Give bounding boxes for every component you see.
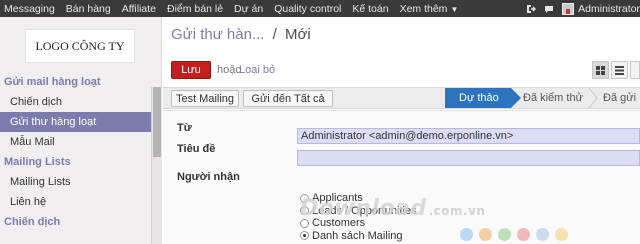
radio-label: Danh sách Mailing xyxy=(312,229,403,242)
statusbar: Test Mailing Gửi đến Tất cả Dự thảo Đã k… xyxy=(163,87,640,109)
watermark-dot xyxy=(536,228,549,241)
send-to-all-button[interactable]: Gửi đến Tất cả xyxy=(243,90,333,107)
sidebar-item-mailing-lists[interactable]: Mailing Lists xyxy=(0,172,151,192)
watermark-dot xyxy=(555,228,568,241)
list-view-icon[interactable] xyxy=(611,61,628,79)
menu-sales[interactable]: Bán hàng xyxy=(66,3,111,15)
chat-icon[interactable] xyxy=(544,4,554,14)
menu-pos[interactable]: Điểm bán lẻ xyxy=(167,3,223,15)
avatar[interactable] xyxy=(562,2,575,15)
company-logo[interactable]: LOGO CÔNG TY xyxy=(25,29,135,63)
or-label: hoặc xyxy=(217,64,241,76)
save-button[interactable]: Lưu xyxy=(171,61,211,79)
breadcrumb: Gửi thư hàn... / Mới xyxy=(171,26,311,43)
stage-sent[interactable]: Đã gửi xyxy=(603,88,636,108)
watermark-dot xyxy=(498,228,511,241)
subject-label: Tiêu đề xyxy=(177,143,216,155)
menu-affiliate[interactable]: Affiliate xyxy=(122,3,156,15)
menu-messaging[interactable]: Messaging xyxy=(4,3,55,15)
menu-more[interactable]: Xem thêm ▼ xyxy=(400,3,459,15)
watermark-suffix: .com.vn xyxy=(428,204,486,218)
stage-arrow-icon xyxy=(588,88,598,108)
logo-text: LOGO CÔNG TY xyxy=(35,38,125,53)
top-navbar: Messaging Bán hàng Affiliate Điểm bán lẻ… xyxy=(0,0,640,17)
from-label: Từ xyxy=(177,122,192,134)
watermark-dot xyxy=(517,228,530,241)
breadcrumb-separator: / xyxy=(272,26,277,43)
view-switcher xyxy=(590,61,640,79)
sidebar-menu: Gửi mail hàng loạt Chiến dịch Gửi thư hà… xyxy=(0,72,151,232)
menu-accounting[interactable]: Kế toán xyxy=(352,3,388,15)
from-field[interactable]: Administrator <admin@demo.erponline.vn> xyxy=(297,128,640,144)
discard-link[interactable]: Loại bỏ xyxy=(239,64,275,76)
sidebar-scrollbar[interactable] xyxy=(151,87,162,244)
sidebar-item-mail-templates[interactable]: Mẫu Mail xyxy=(0,132,151,152)
scrollbar-thumb[interactable] xyxy=(153,87,161,157)
stage-draft[interactable]: Dự thảo xyxy=(445,88,521,108)
radio-button-selected[interactable] xyxy=(300,231,309,241)
sidebar-item-campaigns[interactable]: Chiến dịch xyxy=(0,92,151,112)
sidebar-section-mailing-lists: Mailing Lists xyxy=(4,156,71,168)
user-name[interactable]: Administrator xyxy=(578,3,640,15)
caret-down-icon: ▼ xyxy=(450,4,459,14)
subject-field[interactable] xyxy=(297,150,640,166)
menu-projects[interactable]: Dự án xyxy=(234,3,263,15)
watermark-dots xyxy=(460,228,574,241)
download-watermark: Download .com.vn xyxy=(300,196,485,221)
watermark-dot xyxy=(479,228,492,241)
watermark-text: Download xyxy=(300,196,427,221)
top-menu: Messaging Bán hàng Affiliate Điểm bán lẻ… xyxy=(4,0,469,17)
breadcrumb-current: Mới xyxy=(284,26,311,43)
logout-icon[interactable] xyxy=(526,4,537,14)
menu-quality-control[interactable]: Quality control xyxy=(274,3,341,15)
top-right-area: Administrator xyxy=(526,0,640,17)
form-sheet: Từ Administrator <admin@demo.erponline.v… xyxy=(163,110,640,244)
recipients-label: Người nhận xyxy=(177,171,240,183)
kanban-view-icon[interactable] xyxy=(592,61,609,79)
sidebar-item-mass-mailings[interactable]: Gửi thư hàng loạt xyxy=(0,112,151,132)
form-view-icon[interactable] xyxy=(630,61,640,79)
sidebar-section-campaigns: Chiến dịch xyxy=(4,216,61,228)
menu-more-label: Xem thêm xyxy=(399,2,448,15)
sidebar: LOGO CÔNG TY Gửi mail hàng loạt Chiến dị… xyxy=(0,17,162,244)
watermark-dot xyxy=(460,228,473,241)
breadcrumb-parent-link[interactable]: Gửi thư hàn... xyxy=(171,26,264,43)
stage-tested[interactable]: Đã kiểm thử xyxy=(523,88,583,108)
test-mailing-button[interactable]: Test Mailing xyxy=(171,90,239,107)
radio-mailing-list[interactable]: Danh sách Mailing xyxy=(300,230,417,243)
sidebar-item-contacts[interactable]: Liên hệ xyxy=(0,192,151,212)
sidebar-section-mass-mailing: Gửi mail hàng loạt xyxy=(4,76,101,88)
